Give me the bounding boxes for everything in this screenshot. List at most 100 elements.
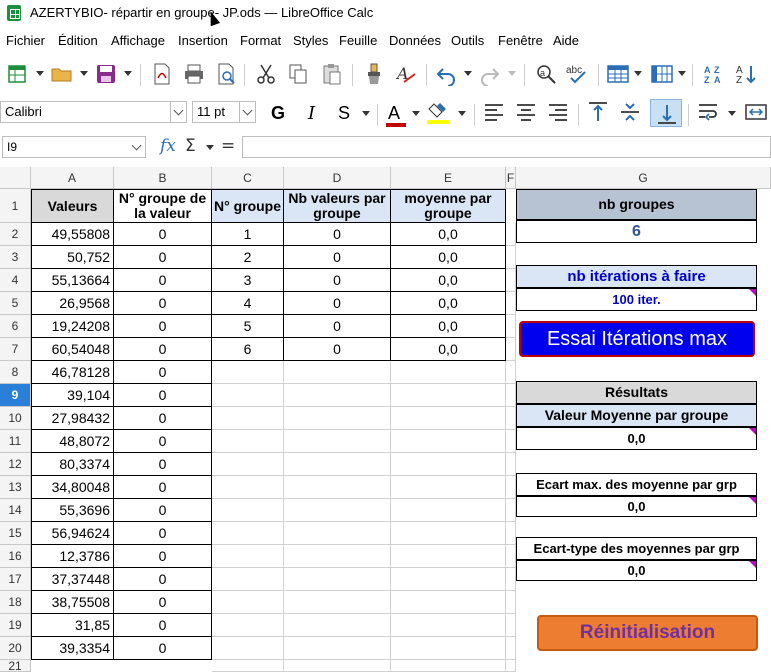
group-of-value-cell[interactable]: 0 [114,568,212,591]
cell-empty[interactable] [506,568,516,591]
row-header-17[interactable]: 17 [0,568,31,591]
group-mean-cell[interactable]: 0,0 [391,269,506,292]
align-right-icon[interactable] [546,100,570,124]
align-middle-icon[interactable] [618,100,642,124]
new-spreadsheet-icon[interactable] [6,62,30,86]
cut-icon[interactable] [254,62,278,86]
cell-empty[interactable] [212,453,284,476]
undo-icon[interactable] [434,62,458,87]
group-of-value-cell[interactable]: 0 [114,522,212,545]
cell-empty[interactable] [284,568,391,591]
cell-empty[interactable] [391,361,506,384]
print-icon[interactable] [182,62,206,86]
value-cell[interactable]: 31,85 [31,614,114,637]
spelling-icon[interactable]: abc [566,62,590,86]
row-header-18[interactable]: 18 [0,591,31,614]
cell-empty[interactable] [391,591,506,614]
cell-empty[interactable] [391,407,506,430]
group-number-cell[interactable]: 5 [212,315,284,338]
cell-empty[interactable] [284,637,391,660]
row-header-8[interactable]: 8 [0,361,31,384]
new-dropdown-icon[interactable] [36,71,44,76]
cell-empty[interactable] [506,499,516,522]
column-header-f[interactable]: F [506,167,516,189]
cell-empty[interactable] [391,384,506,407]
group-number-cell[interactable]: 1 [212,223,284,246]
menu-insertion[interactable]: Insertion [178,33,228,48]
group-count-cell[interactable]: 0 [284,338,391,361]
cell-empty[interactable] [506,292,516,315]
print-preview-icon[interactable] [214,62,238,86]
cell-empty[interactable] [391,637,506,660]
formula-equals-icon[interactable]: = [221,136,235,156]
cell-empty[interactable] [284,361,391,384]
group-of-value-cell[interactable]: 0 [114,430,212,453]
menu-outils[interactable]: Outils [451,33,484,48]
row-header-14[interactable]: 14 [0,499,31,522]
cell-empty[interactable] [506,430,516,453]
cell-empty[interactable] [506,453,516,476]
value-cell[interactable]: 48,8072 [31,430,114,453]
sum-dropdown-icon[interactable] [206,145,214,150]
menu-donnees[interactable]: Données [389,33,441,48]
value-cell[interactable]: 46,78128 [31,361,114,384]
group-of-value-cell[interactable]: 0 [114,453,212,476]
italic-button[interactable]: I [308,103,315,124]
cell-empty[interactable] [391,614,506,637]
group-mean-cell[interactable]: 0,0 [391,315,506,338]
cell-empty[interactable] [212,499,284,522]
group-of-value-cell[interactable]: 0 [114,499,212,522]
group-number-cell[interactable]: 3 [212,269,284,292]
row-header-13[interactable]: 13 [0,476,31,499]
select-all-corner[interactable] [0,167,31,189]
value-cell[interactable]: 55,13664 [31,269,114,292]
group-number-cell[interactable]: 2 [212,246,284,269]
cell-empty[interactable] [506,637,516,660]
merge-cells-icon[interactable] [744,100,768,124]
cell-empty[interactable] [391,476,506,499]
cell-empty[interactable] [212,568,284,591]
save-icon[interactable] [94,62,118,86]
cell-empty[interactable] [506,269,516,292]
cell-empty[interactable] [212,637,284,660]
chevron-down-icon[interactable] [239,102,255,122]
cell-empty[interactable] [506,660,516,672]
row-header-1[interactable]: 1 [0,189,31,223]
row-header-4[interactable]: 4 [0,269,31,292]
menu-fenetre[interactable]: Fenêtre [498,33,543,48]
group-count-cell[interactable]: 0 [284,246,391,269]
run-iterations-button[interactable]: Essai Itérations max [519,321,755,357]
menu-edition[interactable]: Édition [58,33,98,48]
font-color-button[interactable]: A [388,103,400,124]
menu-feuille[interactable]: Feuille [339,33,377,48]
group-mean-cell[interactable]: 0,0 [391,223,506,246]
group-count-cell[interactable]: 0 [284,292,391,315]
menu-affichage[interactable]: Affichage [111,33,165,48]
open-dropdown-icon[interactable] [80,71,88,76]
iterations-field[interactable]: 100 iter. [516,288,757,311]
cell-empty[interactable] [391,522,506,545]
value-cell[interactable]: 49,55808 [31,223,114,246]
wrap-dropdown-icon[interactable] [728,111,736,116]
cell-empty[interactable] [284,660,391,672]
group-of-value-cell[interactable]: 0 [114,384,212,407]
row-header-16[interactable]: 16 [0,545,31,568]
group-count-cell[interactable]: 0 [284,269,391,292]
font-color-dropdown-icon[interactable] [412,111,420,116]
cell-empty[interactable] [212,660,284,672]
group-of-value-cell[interactable]: 0 [114,361,212,384]
value-cell[interactable]: 39,104 [31,384,114,407]
value-cell[interactable]: 37,37448 [31,568,114,591]
row-header-12[interactable]: 12 [0,453,31,476]
value-cell[interactable]: 12,3786 [31,545,114,568]
column-header-e[interactable]: E [391,167,506,189]
group-mean-cell[interactable]: 0,0 [391,292,506,315]
group-of-value-cell[interactable]: 0 [114,315,212,338]
column-header-c[interactable]: C [212,167,284,189]
group-number-cell[interactable]: 6 [212,338,284,361]
cell-empty[interactable] [391,568,506,591]
cell-empty[interactable] [506,591,516,614]
cell-empty[interactable] [284,384,391,407]
reset-button[interactable]: Réinitialisation [537,615,758,651]
cell-empty[interactable] [284,614,391,637]
